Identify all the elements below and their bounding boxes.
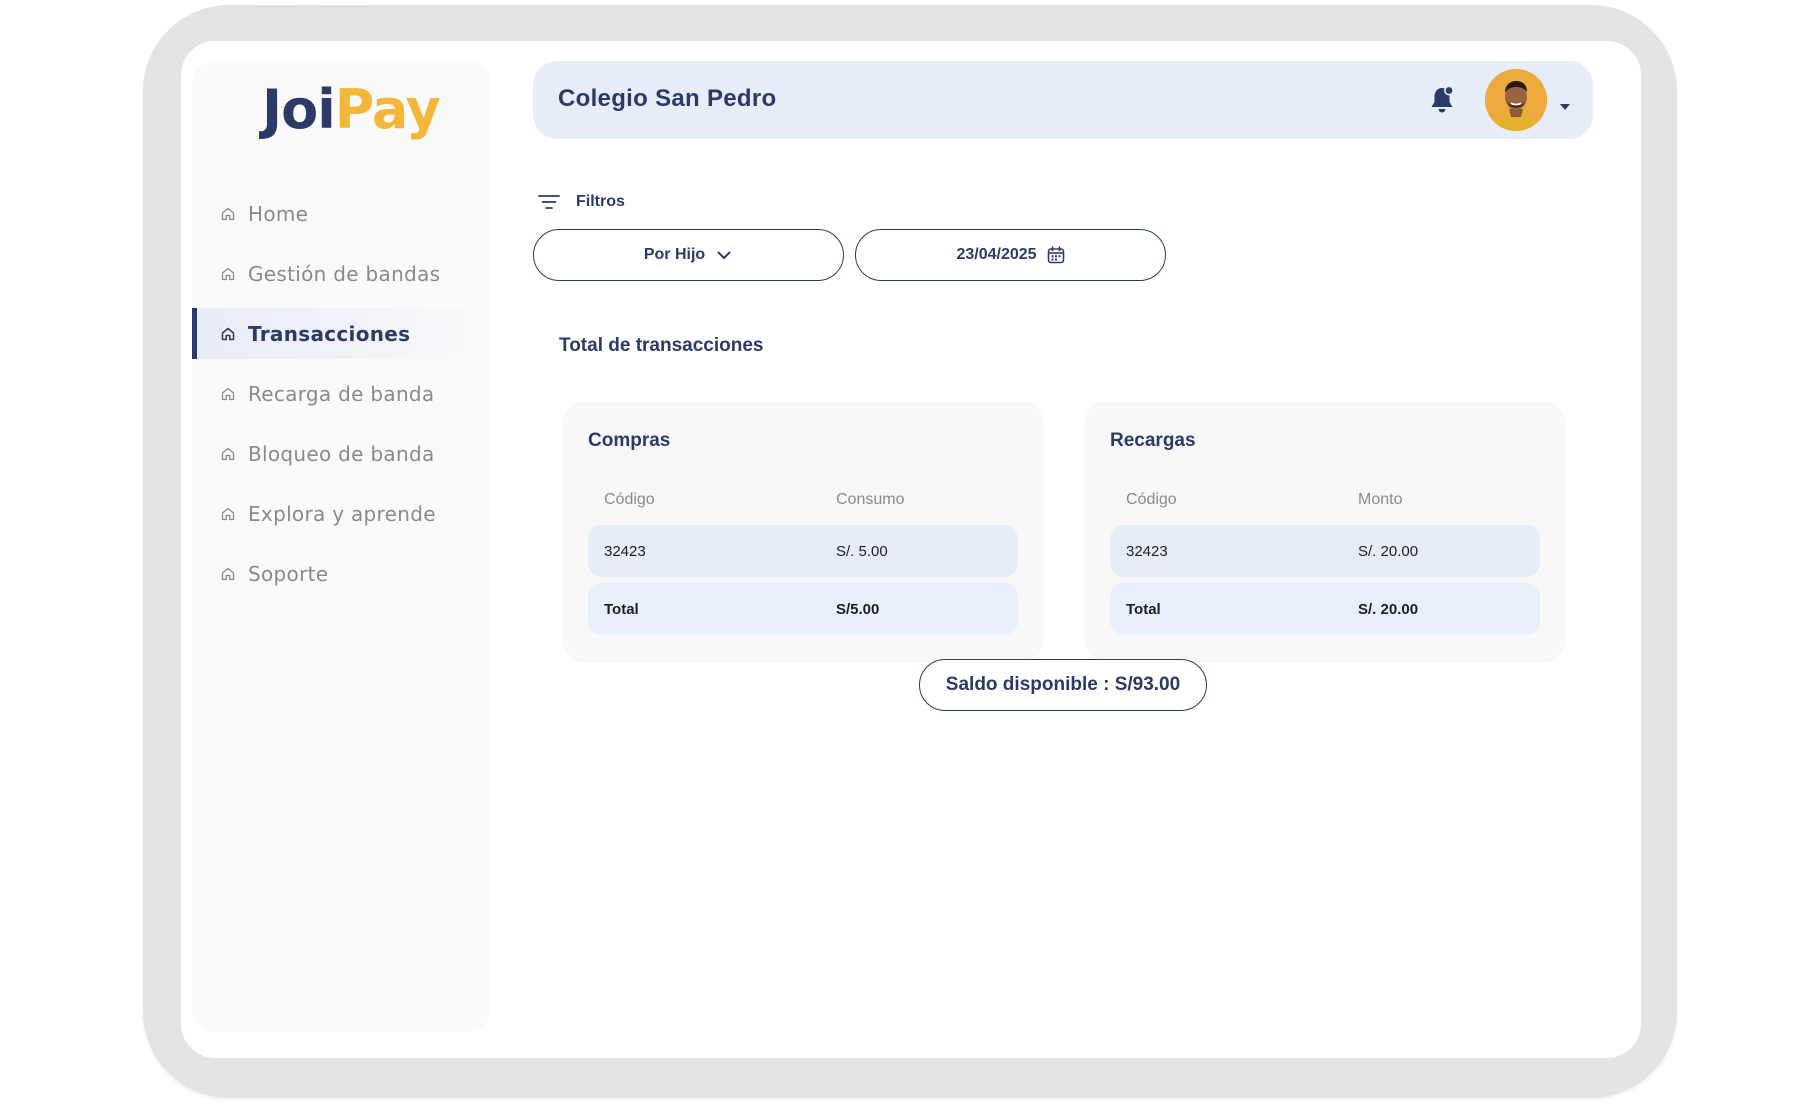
calendar-icon xyxy=(1047,246,1065,264)
recharges-card: Recargas Código Monto 32423 S/. 20.00 To… xyxy=(1085,401,1565,661)
total-label: Total xyxy=(604,600,639,618)
bell-icon[interactable] xyxy=(1428,84,1456,116)
sidebar-item-label: Soporte xyxy=(248,561,329,586)
filter-icon xyxy=(538,193,560,211)
sidebar-item-home[interactable]: Home xyxy=(192,188,491,239)
chevron-down-icon[interactable] xyxy=(1560,97,1570,110)
row-code: 32423 xyxy=(1126,542,1168,560)
column-header-amount: Monto xyxy=(1358,491,1403,508)
table-row: 32423 S/. 5.00 xyxy=(588,525,1018,577)
purchases-card: Compras Código Consumo 32423 S/. 5.00 To… xyxy=(563,401,1043,661)
total-value: S/. 20.00 xyxy=(1358,600,1419,618)
home-icon xyxy=(220,266,236,282)
sidebar-item-label: Transacciones xyxy=(248,321,411,346)
chevron-down-icon xyxy=(715,246,733,264)
app-screen: JoiPay Home Gestión de bandas Transaccio… xyxy=(181,41,1641,1058)
total-value: S/5.00 xyxy=(836,600,880,618)
home-icon xyxy=(220,206,236,222)
date-filter-value: 23/04/2025 xyxy=(956,246,1037,263)
logo-text-joi: Joi xyxy=(262,78,336,141)
filters-toggle[interactable]: Filtros xyxy=(538,193,625,211)
user-avatar[interactable] xyxy=(1485,69,1547,131)
column-header-code: Código xyxy=(604,491,655,508)
home-icon xyxy=(220,446,236,462)
child-filter-value: Por Hijo xyxy=(643,246,706,263)
total-row: Total S/. 20.00 xyxy=(1110,583,1540,635)
row-amount: S/. 20.00 xyxy=(1358,542,1419,560)
column-header-consumption: Consumo xyxy=(836,491,905,508)
home-icon xyxy=(220,566,236,582)
sidebar-item-transacciones[interactable]: Transacciones xyxy=(192,308,491,359)
filters-label: Filtros xyxy=(576,193,625,210)
top-header: Colegio San Pedro xyxy=(533,61,1593,139)
recharges-title: Recargas xyxy=(1110,430,1196,451)
sidebar-item-gestion-bandas[interactable]: Gestión de bandas xyxy=(192,248,491,299)
home-icon xyxy=(220,326,236,342)
row-code: 32423 xyxy=(604,542,646,560)
transactions-total-title: Total de transacciones xyxy=(559,335,764,356)
home-icon xyxy=(220,506,236,522)
joipay-logo[interactable]: JoiPay xyxy=(262,83,441,137)
logo-text-pay: Pay xyxy=(334,78,441,141)
table-row: 32423 S/. 20.00 xyxy=(1110,525,1540,577)
purchases-title: Compras xyxy=(588,430,671,451)
school-name: Colegio San Pedro xyxy=(558,85,777,112)
tablet-button xyxy=(253,5,301,8)
child-filter-dropdown[interactable]: Por Hijo xyxy=(533,229,844,281)
sidebar: JoiPay Home Gestión de bandas Transaccio… xyxy=(192,61,491,1032)
sidebar-item-label: Home xyxy=(248,201,309,226)
sidebar-nav: Home Gestión de bandas Transacciones Rec… xyxy=(192,188,491,608)
tablet-button xyxy=(319,5,367,8)
total-label: Total xyxy=(1126,600,1161,618)
available-balance-text: Saldo disponible : S/93.00 xyxy=(945,674,1181,695)
sidebar-item-explora-aprende[interactable]: Explora y aprende xyxy=(192,488,491,539)
total-row: Total S/5.00 xyxy=(588,583,1018,635)
sidebar-item-soporte[interactable]: Soporte xyxy=(192,548,491,599)
column-header-code: Código xyxy=(1126,491,1177,508)
sidebar-item-label: Gestión de bandas xyxy=(248,261,441,286)
home-icon xyxy=(220,386,236,402)
sidebar-item-label: Explora y aprende xyxy=(248,501,436,526)
available-balance-badge: Saldo disponible : S/93.00 xyxy=(919,659,1207,711)
sidebar-item-label: Bloqueo de banda xyxy=(248,441,435,466)
sidebar-item-label: Recarga de banda xyxy=(248,381,435,406)
sidebar-item-recarga-banda[interactable]: Recarga de banda xyxy=(192,368,491,419)
row-amount: S/. 5.00 xyxy=(836,542,888,560)
date-filter[interactable]: 23/04/2025 xyxy=(855,229,1166,281)
sidebar-item-bloqueo-banda[interactable]: Bloqueo de banda xyxy=(192,428,491,479)
